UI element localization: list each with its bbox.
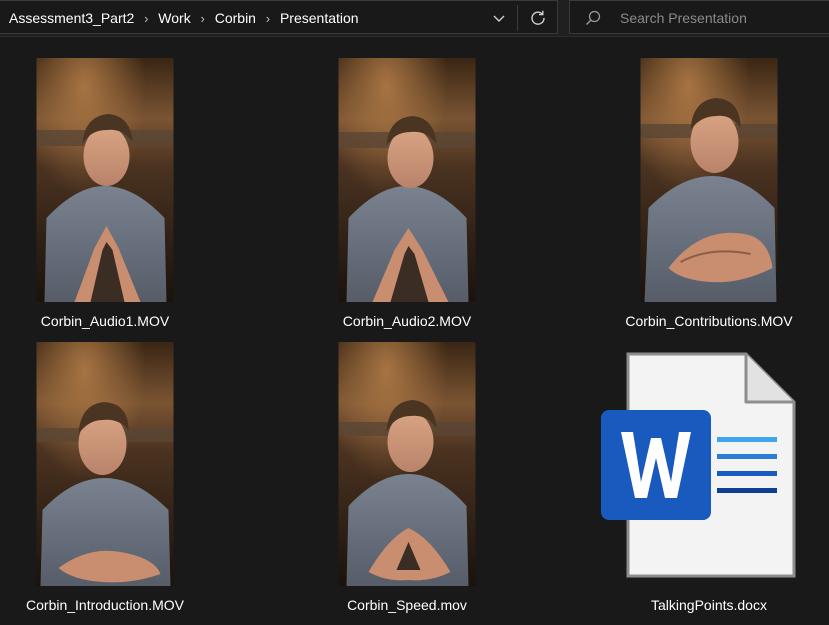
word-document-icon (601, 352, 796, 578)
chevron-right-icon[interactable]: › (259, 11, 277, 26)
breadcrumb-item-assessment[interactable]: Assessment3_Part2 (6, 10, 137, 26)
breadcrumb-item-presentation[interactable]: Presentation (277, 10, 362, 26)
file-name: Corbin_Speed.mov (347, 597, 467, 613)
address-bar[interactable]: Assessment3_Part2 › Work › Corbin › Pres… (0, 0, 558, 34)
video-thumbnail (338, 342, 476, 586)
breadcrumb: Assessment3_Part2 › Work › Corbin › Pres… (6, 1, 362, 35)
chevron-down-icon (493, 15, 505, 22)
refresh-button[interactable] (522, 1, 554, 35)
video-thumbnail (36, 58, 174, 302)
chevron-right-icon[interactable]: › (137, 11, 155, 26)
history-dropdown-button[interactable] (484, 1, 514, 35)
search-box[interactable] (569, 0, 829, 34)
chevron-right-icon[interactable]: › (194, 11, 212, 26)
toolbar: Assessment3_Part2 › Work › Corbin › Pres… (0, 0, 829, 37)
divider (517, 5, 518, 31)
search-input[interactable] (620, 7, 820, 29)
file-tile[interactable]: Corbin_Contributions.MOV (619, 58, 799, 329)
file-tile[interactable]: Corbin_Introduction.MOV (15, 342, 195, 613)
breadcrumb-item-work[interactable]: Work (155, 10, 193, 26)
file-name: Corbin_Audio1.MOV (40, 313, 170, 329)
file-tile[interactable]: Corbin_Speed.mov (317, 342, 497, 613)
refresh-icon (531, 10, 545, 25)
file-name: Corbin_Contributions.MOV (625, 313, 793, 329)
breadcrumb-item-corbin[interactable]: Corbin (212, 10, 259, 26)
file-tile[interactable]: Corbin_Audio1.MOV (15, 58, 195, 329)
video-thumbnail (338, 58, 476, 302)
file-name: TalkingPoints.docx (651, 597, 767, 613)
file-tile[interactable]: TalkingPoints.docx (601, 342, 799, 613)
video-thumbnail (36, 342, 174, 586)
search-icon (586, 10, 601, 25)
file-tile[interactable]: Corbin_Audio2.MOV (317, 58, 497, 329)
video-thumbnail (640, 58, 778, 302)
file-name: Corbin_Audio2.MOV (342, 313, 472, 329)
file-name: Corbin_Introduction.MOV (26, 597, 184, 613)
